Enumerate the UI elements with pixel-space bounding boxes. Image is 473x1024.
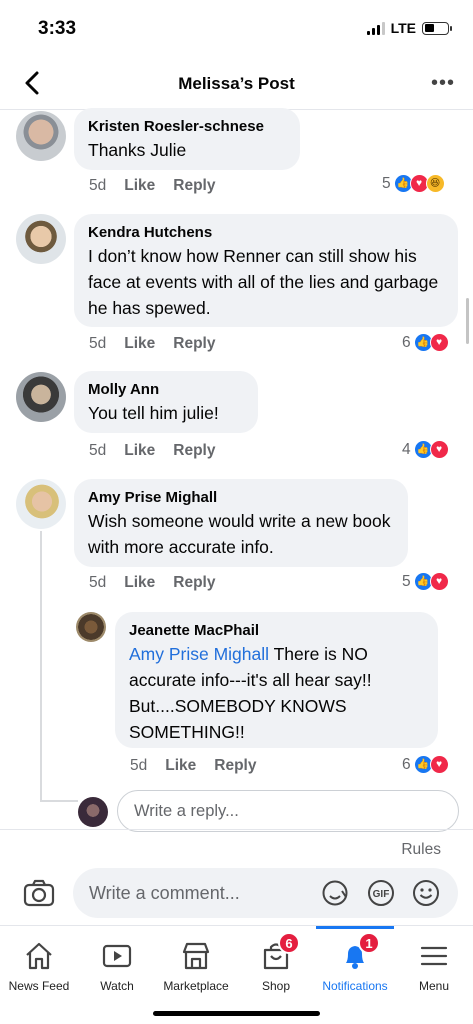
like-button[interactable]: Like: [165, 757, 196, 775]
post-header: Melissa’s Post •••: [0, 56, 473, 110]
comment-author[interactable]: Molly Ann: [88, 380, 244, 399]
comment-bubble[interactable]: Molly Ann You tell him julie!: [74, 371, 258, 433]
reply-text: Amy Prise Mighall There is NO accurate i…: [129, 641, 424, 745]
status-icons: LTE: [366, 20, 452, 36]
home-icon: [26, 942, 52, 970]
more-icon[interactable]: •••: [431, 72, 455, 95]
tab-marketplace[interactable]: Marketplace: [157, 926, 235, 1024]
reaction-count: 4: [402, 440, 411, 458]
reaction-count: 6: [402, 755, 411, 773]
love-reaction-icon: ♥: [429, 440, 449, 459]
status-time: 3:33: [38, 18, 77, 39]
comment-composer[interactable]: Write a comment... GIF: [73, 868, 458, 918]
comment-author[interactable]: Amy Prise Mighall: [88, 488, 394, 507]
signal-icon: [366, 21, 385, 35]
comment-actions: 5d Like Reply: [89, 177, 215, 195]
reply-bubble[interactable]: Jeanette MacPhail Amy Prise Mighall Ther…: [115, 612, 438, 748]
divider: [0, 829, 473, 830]
network-label: LTE: [390, 20, 416, 36]
avatar[interactable]: [16, 214, 66, 264]
comment-bubble[interactable]: Amy Prise Mighall Wish someone would wri…: [74, 479, 408, 567]
tab-bar: News Feed Watch Marketplace 6 Shop 1 Not…: [0, 925, 473, 1024]
tab-watch[interactable]: Watch: [78, 926, 156, 1024]
comment-bubble[interactable]: Kristen Roesler-schnese Thanks Julie: [74, 108, 300, 170]
avatar[interactable]: [16, 111, 66, 161]
love-reaction-icon: ♥: [429, 333, 449, 352]
comment-input[interactable]: Write a comment...: [89, 883, 240, 904]
reply-button[interactable]: Reply: [173, 177, 215, 195]
scrollbar[interactable]: [466, 298, 469, 344]
comment-bubble[interactable]: Kendra Hutchens I don’t know how Renner …: [74, 214, 458, 327]
like-button[interactable]: Like: [124, 335, 155, 353]
page-title: Melissa’s Post: [178, 74, 295, 93]
comment-text: You tell him julie!: [88, 403, 219, 423]
home-indicator: [153, 1011, 320, 1016]
reaction-count: 5: [402, 572, 411, 590]
comment-text: Thanks Julie: [88, 140, 187, 160]
comment-time: 5d: [89, 177, 107, 194]
reply-button[interactable]: Reply: [173, 442, 215, 460]
tab-shop[interactable]: 6 Shop: [237, 926, 315, 1024]
tab-label: Menu: [418, 979, 450, 993]
camera-icon[interactable]: [22, 876, 56, 910]
reply-button[interactable]: Reply: [214, 757, 256, 775]
comment-time: 5d: [89, 442, 107, 459]
status-bar: 3:33 LTE: [0, 0, 473, 56]
reply-time: 5d: [130, 757, 148, 774]
tab-news-feed[interactable]: News Feed: [0, 926, 78, 1024]
gif-icon[interactable]: GIF: [366, 878, 396, 908]
rules-link[interactable]: Rules: [401, 841, 441, 859]
sticker-icon[interactable]: [320, 878, 350, 908]
menu-icon: [420, 946, 448, 966]
comment-text: Wish someone would write a new book with…: [88, 511, 391, 557]
reaction-summary[interactable]: 6 👍 ♥: [402, 755, 449, 774]
haha-reaction-icon: 😆: [425, 174, 445, 193]
comment-text: I don’t know how Renner can still show h…: [88, 246, 439, 318]
shop-badge: 6: [278, 932, 300, 954]
like-button[interactable]: Like: [124, 442, 155, 460]
comment-actions: 5d Like Reply: [89, 574, 215, 592]
comment-author[interactable]: Kristen Roesler-schnese: [88, 117, 286, 136]
battery-icon: [422, 21, 452, 35]
comment-time: 5d: [89, 335, 107, 352]
thread-line: [40, 531, 42, 801]
tab-menu[interactable]: Menu: [395, 926, 473, 1024]
reply-button[interactable]: Reply: [173, 574, 215, 592]
like-button[interactable]: Like: [124, 177, 155, 195]
reaction-summary[interactable]: 5 👍 ♥: [402, 572, 449, 591]
mention-link[interactable]: Amy Prise Mighall: [129, 644, 269, 664]
avatar: [78, 797, 108, 827]
thread-line: [40, 800, 78, 802]
like-button[interactable]: Like: [124, 574, 155, 592]
watch-icon: [102, 944, 132, 968]
emoji-icon[interactable]: [411, 878, 441, 908]
reaction-count: 5: [382, 174, 391, 192]
gif-label: GIF: [373, 889, 390, 900]
comment-actions: 5d Like Reply: [89, 335, 215, 353]
reply-actions: 5d Like Reply: [130, 757, 256, 775]
reaction-summary[interactable]: 5 👍 ♥ 😆: [382, 174, 445, 193]
active-tab-indicator: [316, 926, 394, 929]
love-reaction-icon: ♥: [429, 755, 449, 774]
tab-notifications[interactable]: 1 Notifications: [316, 926, 394, 1024]
comment-actions: 5d Like Reply: [89, 442, 215, 460]
comment-author[interactable]: Kendra Hutchens: [88, 223, 444, 242]
avatar[interactable]: [76, 612, 106, 642]
avatar[interactable]: [16, 372, 66, 422]
avatar[interactable]: [16, 479, 66, 529]
love-reaction-icon: ♥: [429, 572, 449, 591]
notifications-badge: 1: [358, 932, 380, 954]
reaction-count: 6: [402, 333, 411, 351]
reaction-summary[interactable]: 4 👍 ♥: [402, 440, 449, 459]
marketplace-icon: [182, 942, 210, 970]
reply-input[interactable]: Write a reply...: [117, 790, 459, 832]
reaction-summary[interactable]: 6 👍 ♥: [402, 333, 449, 352]
reply-author[interactable]: Jeanette MacPhail: [129, 621, 424, 640]
reply-button[interactable]: Reply: [173, 335, 215, 353]
comment-time: 5d: [89, 574, 107, 591]
